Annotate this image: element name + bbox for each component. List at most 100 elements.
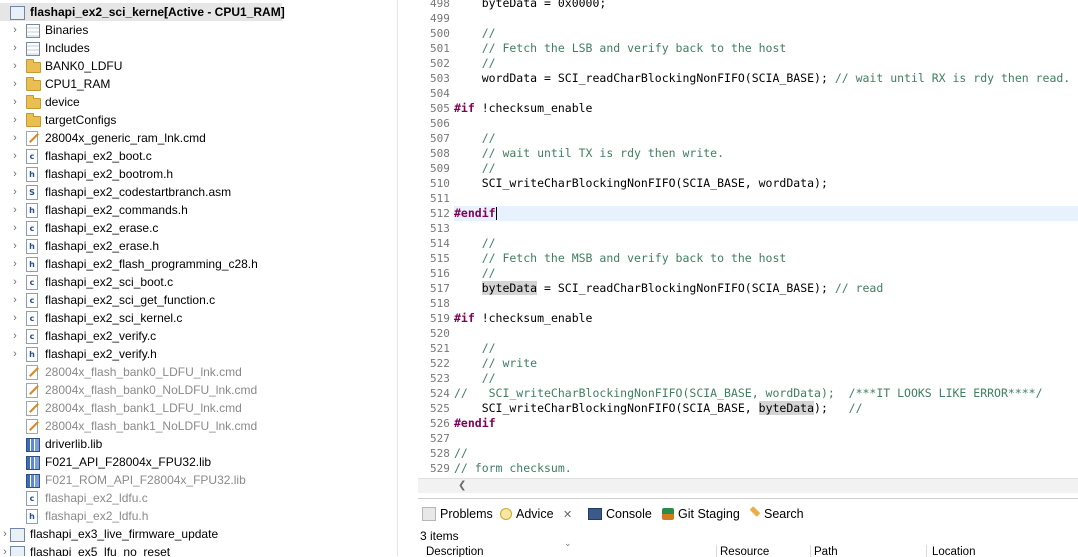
column-location[interactable]: Location [926,545,1022,557]
tab-problems[interactable]: Problems [422,503,493,525]
code-line[interactable]: byteData = SCI_readCharBlockingNonFIFO(S… [454,281,883,296]
line-number: 517 [430,282,450,295]
tree-item[interactable]: driverlib.lib [10,435,390,453]
code-line[interactable]: // [454,341,496,356]
expand-chevron-icon[interactable]: › [10,165,20,183]
c-file-icon: c [26,149,38,164]
expand-chevron-icon[interactable]: › [10,183,20,201]
expand-chevron-icon[interactable]: › [10,111,20,129]
tree-item[interactable]: › c flashapi_ex2_erase.c [10,219,390,237]
header-file-icon: h [26,167,38,182]
code-line[interactable]: // [454,446,468,461]
expand-chevron-icon[interactable]: › [0,525,10,543]
expand-chevron-icon[interactable]: › [10,255,20,273]
tab-console[interactable]: Console [588,503,652,525]
code-line[interactable]: // Fetch the LSB and verify back to the … [454,41,787,56]
expand-chevron-icon[interactable]: › [10,345,20,363]
items-count: 3 items [420,529,459,543]
tree-item[interactable]: F021_API_F28004x_FPU32.lib [10,453,390,471]
code-line[interactable]: // [454,236,496,251]
tree-item[interactable]: 28004x_flash_bank1_LDFU_lnk.cmd [10,399,390,417]
expand-chevron-icon[interactable]: › [10,273,20,291]
tab-advice[interactable]: Advice ✕ [500,503,573,525]
tree-item[interactable]: › Includes [10,39,390,57]
code-line[interactable]: wordData = SCI_readCharBlockingNonFIFO(S… [454,71,1071,86]
expand-chevron-icon[interactable]: › [10,129,20,147]
close-icon[interactable]: ✕ [563,509,572,521]
tab-git-staging[interactable]: Git Staging [662,503,740,525]
expand-chevron-icon[interactable]: › [10,327,20,345]
expand-chevron-icon[interactable]: › [10,201,20,219]
code-line[interactable]: #endif [454,416,496,431]
project-root[interactable]: flashapi_ex2_sci_kernel [Active - CPU1_RA… [0,3,285,21]
tree-item-label: flashapi_ex2_sci_boot.c [45,275,174,289]
search-icon [749,506,761,518]
line-number: 529 [430,462,450,475]
tree-item[interactable]: › 28004x_generic_ram_lnk.cmd [10,129,390,147]
tree-item[interactable]: 28004x_flash_bank0_LDFU_lnk.cmd [10,363,390,381]
tree-item-label: flashapi_ex2_bootrom.h [45,167,174,181]
tree-item[interactable]: › h flashapi_ex2_commands.h [10,201,390,219]
expand-chevron-icon[interactable]: › [10,57,20,75]
tree-item[interactable]: h flashapi_ex2_ldfu.h [10,507,390,525]
line-number: 511 [430,192,450,205]
code-line[interactable]: byteData = 0x0000; [454,0,607,11]
column-path[interactable]: Path [810,545,927,557]
code-line[interactable]: // [454,266,496,281]
code-line[interactable]: // write [454,356,537,371]
expand-chevron-icon[interactable]: › [10,75,20,93]
expand-chevron-icon[interactable]: › [10,309,20,327]
tree-item[interactable]: › h flashapi_ex2_bootrom.h [10,165,390,183]
project-sibling[interactable]: › flashapi_ex5_lfu_no_reset [0,543,380,556]
tree-item[interactable]: › c flashapi_ex2_boot.c [10,147,390,165]
tree-item[interactable]: › h flashapi_ex2_verify.h [10,345,390,363]
expand-chevron-icon[interactable]: › [10,93,20,111]
tree-item[interactable]: › Binaries [10,21,390,39]
editor-horizontal-scrollbar[interactable]: ❮ [418,478,1078,493]
tree-item[interactable]: › c flashapi_ex2_verify.c [10,327,390,345]
tree-item-label: flashapi_ex2_verify.h [45,347,157,361]
expand-chevron-icon[interactable]: › [10,21,20,39]
expand-chevron-icon[interactable]: › [10,39,20,57]
scroll-left-icon[interactable]: ❮ [458,479,466,493]
code-line[interactable]: #if !checksum_enable [454,311,592,326]
expand-chevron-icon[interactable]: › [10,147,20,165]
code-line[interactable]: // Fetch the MSB and verify back to the … [454,251,787,266]
code-line[interactable]: #endif [454,206,497,221]
code-line[interactable]: // [454,26,496,41]
code-line[interactable]: // form checksum. [454,461,572,476]
code-line[interactable]: // wait until TX is rdy then write. [454,146,724,161]
tree-item[interactable]: › CPU1_RAM [10,75,390,93]
tree-item[interactable]: › c flashapi_ex2_sci_kernel.c [10,309,390,327]
expand-chevron-icon[interactable]: › [10,291,20,309]
code-line[interactable]: SCI_writeCharBlockingNonFIFO(SCIA_BASE, … [454,401,863,416]
code-line[interactable]: // SCI_writeCharBlockingNonFIFO(SCIA_BAS… [454,386,1043,401]
tree-item[interactable]: 28004x_flash_bank0_NoLDFU_lnk.cmd [10,381,390,399]
tab-search[interactable]: Search [749,503,804,525]
tree-item[interactable]: › c flashapi_ex2_sci_boot.c [10,273,390,291]
expand-chevron-icon[interactable]: › [0,543,10,556]
code-line[interactable]: // [454,161,496,176]
view-splitter[interactable] [397,0,418,556]
tree-item[interactable]: F021_ROM_API_F28004x_FPU32.lib [10,471,390,489]
expand-chevron-icon[interactable]: › [10,237,20,255]
tree-item[interactable]: › device [10,93,390,111]
tree-item[interactable]: › h flashapi_ex2_flash_programming_c28.h [10,255,390,273]
tree-item[interactable]: › BANK0_LDFU [10,57,390,75]
tree-item[interactable]: c flashapi_ex2_ldfu.c [10,489,390,507]
code-line[interactable]: // [454,56,496,71]
code-line[interactable]: // [454,371,496,386]
code-line[interactable]: SCI_writeCharBlockingNonFIFO(SCIA_BASE, … [454,176,828,191]
tree-item[interactable]: › Sflashapi_ex2_codestartbranch.asm [10,183,390,201]
project-sibling[interactable]: › flashapi_ex3_live_firmware_update [0,525,380,543]
code-line[interactable]: // [454,131,496,146]
tree-item[interactable]: › h flashapi_ex2_erase.h [10,237,390,255]
tree-item[interactable]: › targetConfigs [10,111,390,129]
column-resource[interactable]: Resource [716,545,811,557]
tree-item[interactable]: 28004x_flash_bank1_NoLDFU_lnk.cmd [10,417,390,435]
code-editor[interactable]: 498 byteData = 0x0000; 499 500 // 501 // Fe… [418,0,1078,478]
header-file-icon: h [26,239,38,254]
tree-item[interactable]: › c flashapi_ex2_sci_get_function.c [10,291,390,309]
code-line[interactable]: #if !checksum_enable [454,101,592,116]
expand-chevron-icon[interactable]: › [10,219,20,237]
